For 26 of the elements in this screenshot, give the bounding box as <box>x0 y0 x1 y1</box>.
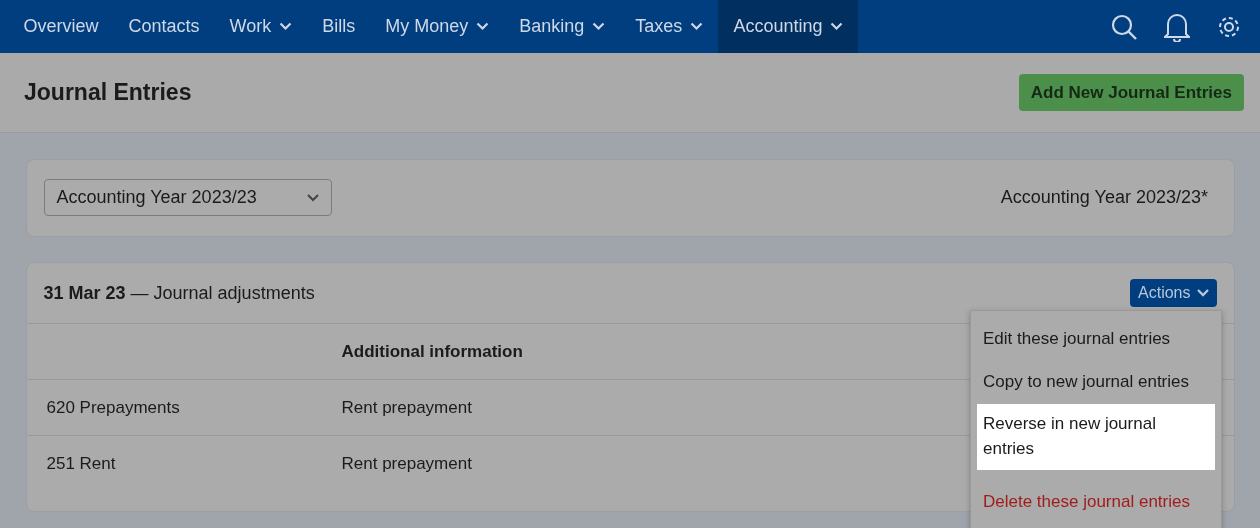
table-cell-text: 620 Prepayments <box>45 396 181 419</box>
page-title: Journal Entries <box>24 78 192 107</box>
table-cell-text: Rent prepayment <box>341 396 472 419</box>
nav-tab[interactable]: Contacts <box>113 0 215 53</box>
nav-tab[interactable]: Banking <box>504 0 621 53</box>
actions-button[interactable]: Actions <box>1130 279 1217 307</box>
table-cell-text: Rent prepayment <box>341 452 472 475</box>
nav-tab[interactable]: Taxes <box>620 0 719 53</box>
entry-title: 31 Mar 23 — Journal adjustments <box>43 281 315 305</box>
column-header: Additional information <box>341 340 523 363</box>
year-label: Accounting Year 2023/23* <box>1000 186 1209 209</box>
search-icon[interactable] <box>1110 12 1138 41</box>
nav-tab[interactable]: Work <box>214 0 308 53</box>
menu-item[interactable]: Reverse in new journal entries <box>977 404 1215 470</box>
bell-icon[interactable] <box>1163 11 1190 42</box>
year-select[interactable]: Accounting Year 2023/23 <box>43 179 332 216</box>
chevron-down-icon <box>1196 289 1209 297</box>
table-cell-text: 251 Rent <box>45 452 117 475</box>
nav-tab[interactable]: Overview <box>8 0 114 53</box>
nav-tab[interactable]: Bills <box>307 0 371 53</box>
chevron-down-icon <box>306 193 319 202</box>
menu-item[interactable]: Edit these journal entries <box>977 319 1215 360</box>
menu-item[interactable]: Copy to new journal entries <box>977 361 1215 403</box>
nav-tab[interactable]: My Money <box>370 0 505 53</box>
add-button[interactable]: Add New Journal Entries <box>1018 73 1244 112</box>
nav-tab[interactable]: Accounting <box>718 0 859 53</box>
